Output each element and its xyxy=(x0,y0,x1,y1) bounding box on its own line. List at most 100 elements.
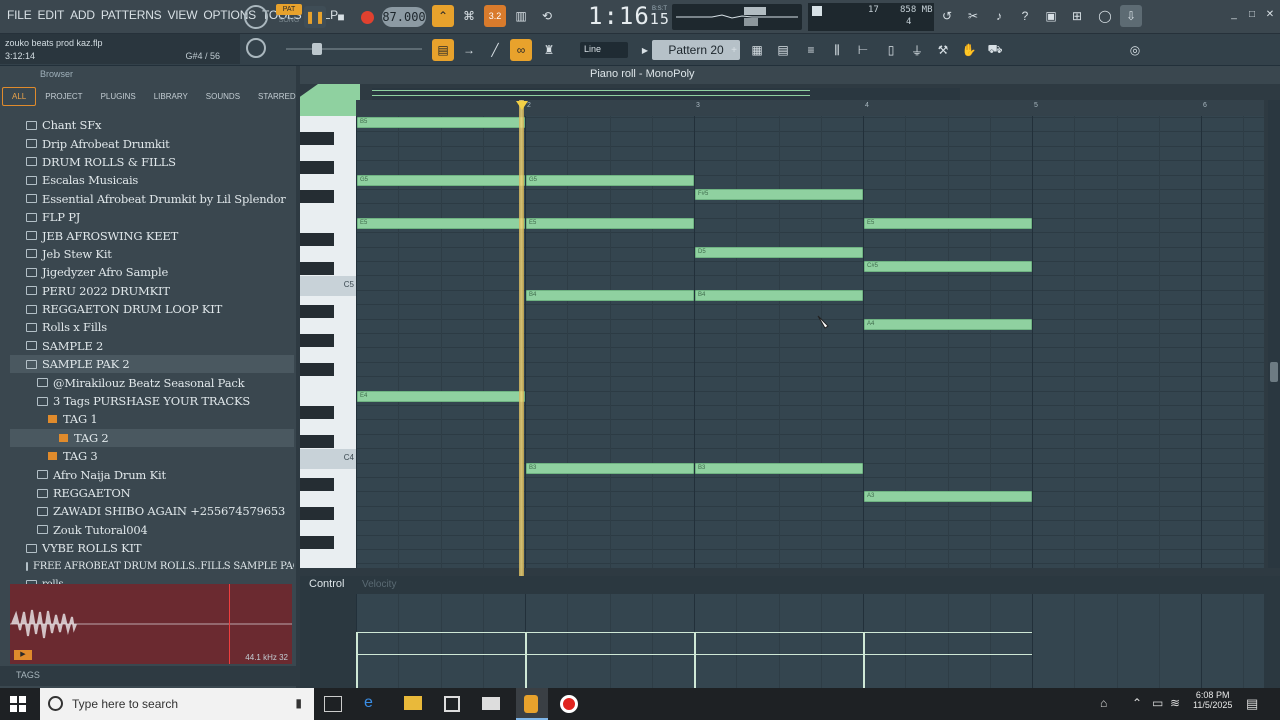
black-key[interactable] xyxy=(300,535,334,549)
black-key[interactable] xyxy=(300,334,334,347)
pat-song-toggle[interactable]: PAT SONG xyxy=(276,4,302,30)
note-grid[interactable]: B5 G5 G5 F#5 E5 E5 E5 D5 C#5 B4 B4 A4 E4 B3 B3 A3 xyxy=(356,116,1264,568)
browser-item[interactable]: Zouk Tutoral004 xyxy=(10,521,294,539)
black-key[interactable] xyxy=(300,190,334,203)
pause-button[interactable]: ❚❚ xyxy=(304,6,326,28)
note[interactable]: B3 xyxy=(526,462,694,474)
browser-item[interactable]: REGGAETON xyxy=(10,484,294,502)
velocity-area[interactable] xyxy=(356,594,1264,688)
browser-item[interactable]: 3 Tags PURSHASE YOUR TRACKS xyxy=(10,392,294,410)
velocity-stem[interactable] xyxy=(356,632,358,688)
playlist-icon[interactable]: ▤ xyxy=(432,39,454,61)
save-icon[interactable]: ▣ xyxy=(1040,5,1062,27)
plugin-icon[interactable]: ⊢ xyxy=(852,39,874,61)
note[interactable]: F#5 xyxy=(695,189,863,200)
browser-item[interactable]: VYBE ROLLS KIT xyxy=(10,539,294,557)
hand-icon[interactable]: ✋ xyxy=(958,39,980,61)
c-key[interactable]: C5 xyxy=(300,276,356,297)
browser-tab-library[interactable]: LIBRARY xyxy=(145,88,197,105)
record-button[interactable] xyxy=(356,6,378,28)
pattern-prev-icon[interactable]: ▶ xyxy=(640,40,650,60)
stop-button[interactable]: ■ xyxy=(330,6,352,28)
play-preview-icon[interactable]: ▶ xyxy=(14,650,32,660)
browser-item[interactable]: DRUM ROLLS & FILLS xyxy=(10,153,294,171)
velocity-stem[interactable] xyxy=(694,632,696,688)
black-key[interactable] xyxy=(300,262,334,275)
browser-tab-starred[interactable]: STARRED xyxy=(249,88,305,105)
loop-record-icon[interactable]: ⟲ xyxy=(536,5,558,27)
browser-item[interactable]: Essential Afrobeat Drumkit by Lil Splend… xyxy=(10,190,294,208)
menu-patterns[interactable]: PATTERNS xyxy=(98,8,165,22)
browser-item[interactable]: TAG 3 xyxy=(10,447,294,465)
network-icon[interactable]: ⌂ xyxy=(1100,696,1107,710)
timeline-ruler[interactable]: 23456 xyxy=(356,100,1264,116)
mixer-view-icon[interactable]: ⫼ xyxy=(826,39,848,61)
note[interactable]: E5 xyxy=(357,217,525,229)
black-key[interactable] xyxy=(300,233,334,247)
master-pitch-knob[interactable] xyxy=(246,38,266,58)
tools-icon[interactable]: ⚒ xyxy=(932,39,954,61)
black-key[interactable] xyxy=(300,506,334,520)
c-key[interactable]: C4 xyxy=(300,449,356,470)
channel-rack-icon[interactable]: ▤ xyxy=(772,39,794,61)
pitch-slider[interactable] xyxy=(286,48,422,50)
browser-item[interactable]: Escalas Musicais xyxy=(10,171,294,189)
velocity-stem[interactable] xyxy=(525,632,527,688)
countdown-icon[interactable]: 3.2 xyxy=(484,5,506,27)
browser-item[interactable]: Rolls x Fills xyxy=(10,318,294,336)
snap-select[interactable]: Line xyxy=(580,42,628,58)
black-key[interactable] xyxy=(300,434,334,448)
master-volume-knob[interactable] xyxy=(244,5,268,29)
browser-item[interactable]: ZAWADI SHIBO AGAIN +255674579653 xyxy=(10,502,294,520)
browser-tab-plugins[interactable]: PLUGINS xyxy=(92,88,145,105)
recorder-icon[interactable] xyxy=(560,695,578,713)
note[interactable]: C#5 xyxy=(864,261,1032,272)
pitch-slider-handle[interactable] xyxy=(312,43,322,55)
battery-icon[interactable]: ▭ xyxy=(1152,696,1163,710)
system-clock[interactable]: 6:08 PM 11/5/2025 xyxy=(1193,690,1232,710)
menu-add[interactable]: ADD xyxy=(67,8,98,22)
mixer-icon[interactable]: ⊞ xyxy=(1066,5,1088,27)
help-icon[interactable]: ? xyxy=(1014,5,1036,27)
browser-item[interactable]: JEB AFROSWING KEET xyxy=(10,226,294,244)
piano-roll-icon[interactable]: ▦ xyxy=(746,39,768,61)
note[interactable]: B4 xyxy=(695,289,863,301)
browser-item[interactable]: Jeb Stew Kit xyxy=(10,245,294,263)
notifications-icon[interactable]: ▤ xyxy=(1246,696,1258,712)
velocity-stem[interactable] xyxy=(863,632,865,688)
browser-item[interactable]: Drip Afrobeat Drumkit xyxy=(10,134,294,152)
note[interactable]: D5 xyxy=(695,246,863,258)
note[interactable]: E5 xyxy=(526,217,694,229)
fl-studio-taskbar-icon[interactable] xyxy=(516,688,548,720)
link-icon[interactable]: ∞ xyxy=(510,39,532,61)
note[interactable]: B3 xyxy=(695,462,863,474)
browser-item[interactable]: FLP PJ xyxy=(10,208,294,226)
download-icon[interactable]: ⇩ xyxy=(1120,5,1142,27)
note[interactable]: G5 xyxy=(526,174,694,186)
browser-item[interactable]: Afro Naija Drum Kit xyxy=(10,465,294,483)
close-icon[interactable]: ✕ xyxy=(1262,6,1278,22)
overview-strip[interactable] xyxy=(372,88,960,100)
stamp-icon[interactable]: ♜ xyxy=(538,39,560,61)
taskbar-search[interactable]: Type here to search ▮ xyxy=(40,688,314,720)
black-key[interactable] xyxy=(300,362,334,376)
piano-keyboard[interactable]: C5 C4 xyxy=(300,116,356,568)
add-pattern-button[interactable]: + xyxy=(728,40,740,60)
black-key[interactable] xyxy=(300,161,334,175)
menu-edit[interactable]: EDIT xyxy=(35,8,68,22)
plug-icon[interactable]: ⏚ xyxy=(906,39,928,61)
note[interactable]: A4 xyxy=(864,318,1032,330)
note[interactable]: E5 xyxy=(864,217,1032,229)
undo-icon[interactable]: ↺ xyxy=(936,5,958,27)
note[interactable]: B5 xyxy=(357,117,525,128)
browser-item[interactable]: PERU 2022 DRUMKIT xyxy=(10,282,294,300)
edge-icon[interactable]: e xyxy=(364,694,373,712)
black-key[interactable] xyxy=(300,406,334,419)
cut-icon[interactable]: ✂ xyxy=(962,5,984,27)
cart-icon[interactable]: ⛟ xyxy=(984,39,1006,61)
tempo-display[interactable]: 87.000 xyxy=(382,7,426,27)
metronome-icon[interactable]: ⌃ xyxy=(432,5,454,27)
control-label[interactable]: Control xyxy=(309,578,344,590)
file-explorer-icon[interactable] xyxy=(404,696,422,710)
microphone-icon[interactable]: ♪ xyxy=(988,5,1010,27)
